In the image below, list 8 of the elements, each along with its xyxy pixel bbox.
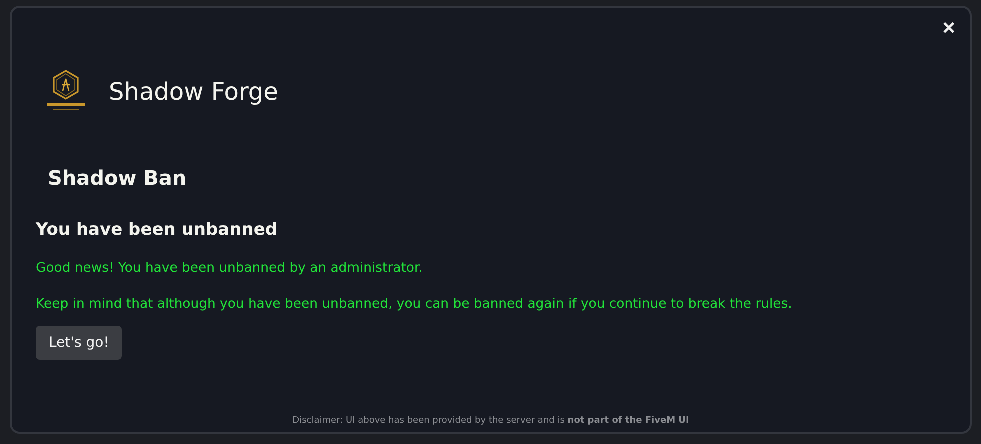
message-text: Good news! You have been unbanned by an administrator.	[36, 261, 423, 276]
close-button[interactable]: ✕	[938, 16, 960, 41]
lets-go-button[interactable]: Let's go!	[36, 326, 122, 360]
disclaimer-text: Disclaimer: UI above has been provided by the server and is not part of the FiveM UI	[292, 416, 690, 426]
message-text: Keep in mind that although you have been unbanned, you can be banned again if you continue to break the rules.	[36, 297, 792, 312]
section-heading: Shadow Ban	[48, 166, 187, 190]
brand-name: Shadow Forge	[109, 78, 278, 106]
message-title: You have been unbanned	[36, 220, 278, 240]
